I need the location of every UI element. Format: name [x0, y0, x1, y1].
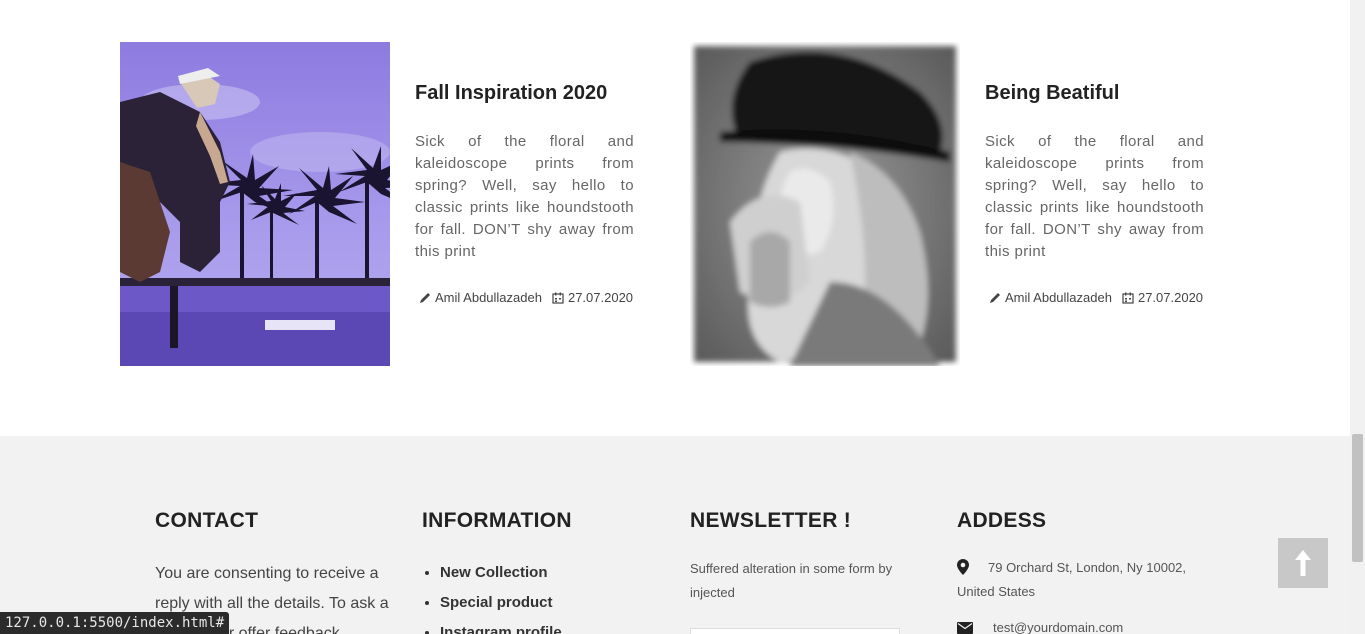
address-street-row: 79 Orchard St, London, Ny 10002, United … [957, 556, 1192, 604]
woman-photo [690, 42, 960, 366]
post-excerpt: Sick of the floral and kaleidoscope prin… [985, 133, 1204, 260]
post-date: 27.07.2020 [552, 290, 633, 305]
post-title[interactable]: Fall Inspiration 2020 [415, 82, 607, 105]
information-heading: INFORMATION [422, 509, 572, 532]
footer-address: ADDESS [957, 509, 1046, 533]
footer-information: INFORMATION [422, 509, 572, 533]
info-list-item: Instagram profile [440, 618, 562, 634]
newsletter-heading: NEWSLETTER ! [690, 509, 852, 532]
link-instagram-profile[interactable]: Instagram profile [440, 624, 562, 634]
site-footer: CONTACT You are consenting to receive a … [0, 436, 1350, 634]
post-date-value: 27.07.2020 [1137, 290, 1204, 305]
scrollbar-thumb[interactable] [1352, 434, 1363, 562]
pencil-icon [420, 292, 430, 303]
post-author-name: Amil Abdullazadeh [435, 290, 542, 305]
calendar-icon [552, 292, 564, 304]
newsletter-email-input[interactable] [690, 628, 900, 634]
newsletter-text: Suffered alteration in some form by inje… [690, 561, 893, 600]
post-title[interactable]: Being Beatiful [985, 82, 1119, 105]
blog-section: Fall Inspiration 2020 Sick of the floral… [0, 0, 1350, 436]
post-date-value: 27.07.2020 [567, 290, 634, 305]
footer-newsletter: NEWSLETTER ! [690, 509, 851, 533]
address-email-row: test@yourdomain.com [957, 616, 1123, 634]
link-special-product[interactable]: Special product [440, 594, 553, 611]
browser-status-url: 127.0.0.1:5500/index.html# [0, 612, 230, 634]
info-list-item: Special product [440, 588, 562, 618]
post-meta: Amil Abdullazadeh 27.07.2020 [419, 290, 643, 305]
post-excerpt: Sick of the floral and kaleidoscope prin… [415, 133, 634, 260]
map-marker-icon [957, 559, 969, 575]
post-author[interactable]: Amil Abdullazadeh [989, 290, 1112, 305]
skater-photo [120, 42, 390, 366]
address-heading: ADDESS [957, 509, 1047, 532]
address-email[interactable]: test@yourdomain.com [993, 620, 1123, 634]
information-links: New Collection Special product Instagram… [440, 558, 562, 634]
link-new-collection[interactable]: New Collection [440, 564, 548, 581]
back-to-top-button[interactable] [1278, 538, 1328, 588]
page-scrollbar[interactable] [1350, 0, 1365, 634]
post-author[interactable]: Amil Abdullazadeh [419, 290, 542, 305]
post-image-skater[interactable] [120, 42, 390, 366]
post-author-name: Amil Abdullazadeh [1005, 290, 1112, 305]
contact-heading: CONTACT [155, 509, 259, 532]
address-street: 79 Orchard St, London, Ny 10002, United … [957, 560, 1187, 599]
post-date: 27.07.2020 [1122, 290, 1203, 305]
calendar-icon [1122, 292, 1134, 304]
pencil-icon [990, 292, 1000, 303]
info-list-item: New Collection [440, 558, 562, 588]
post-image-woman[interactable] [690, 42, 960, 366]
envelope-icon [957, 622, 973, 634]
footer-contact: CONTACT [155, 509, 258, 533]
post-meta: Amil Abdullazadeh 27.07.2020 [989, 290, 1213, 305]
arrow-up-icon [1295, 550, 1311, 576]
